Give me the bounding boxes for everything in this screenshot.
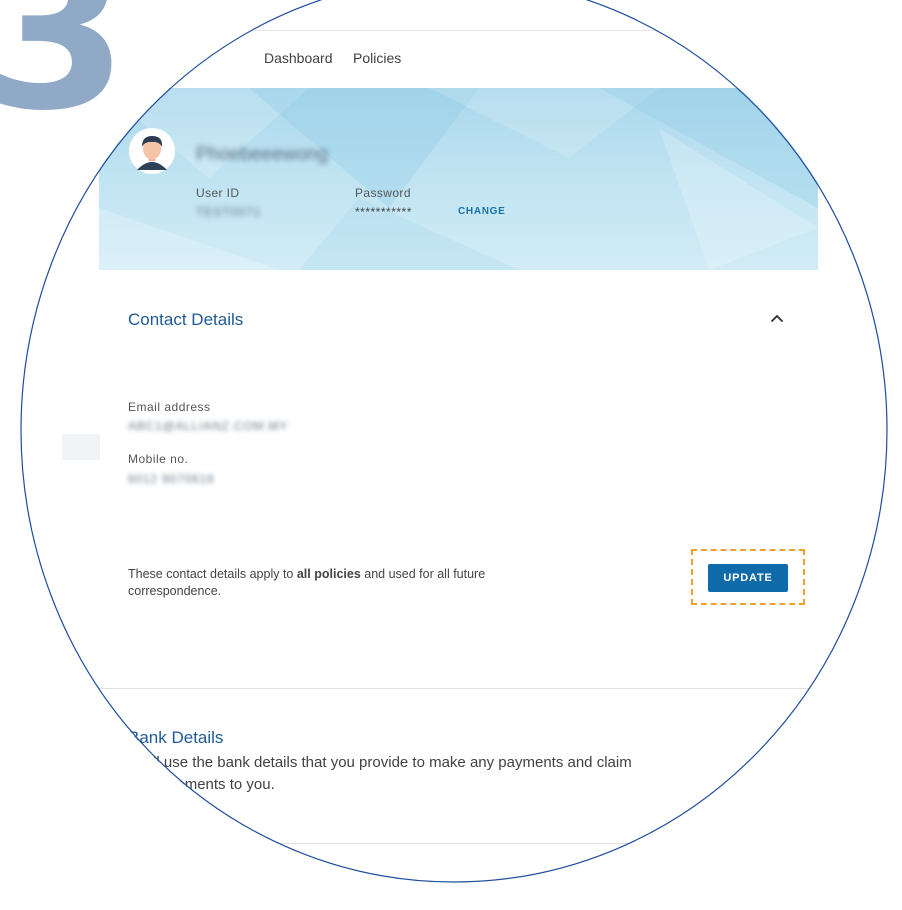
contact-details-title: Contact Details [128, 310, 244, 329]
top-navigation [99, 30, 818, 89]
user-id-label: User ID [196, 186, 240, 200]
profile-name: Phoebeeewong [196, 144, 329, 165]
allianz-logo-icon[interactable] [118, 46, 144, 72]
chevron-up-icon[interactable] [768, 309, 786, 327]
change-password-link[interactable]: CHANGE [458, 206, 506, 217]
password-value: *********** [355, 205, 412, 219]
section-divider [99, 843, 818, 844]
email-value: ABC1@ALLIANZ.COM.MY [128, 419, 289, 433]
mobile-label: Mobile no. [128, 452, 189, 466]
bank-details-title: Bank Details [128, 728, 224, 747]
magnified-view: Dashboard Policies Phoebeeewong User ID … [20, 0, 888, 883]
contact-notice: These contact details apply to all polic… [128, 567, 486, 598]
nav-link-dashboard[interactable]: Dashboard [264, 50, 333, 66]
email-label: Email address [128, 400, 211, 414]
bank-details-description: We'll use the bank details that you prov… [128, 754, 632, 793]
section-divider [99, 688, 818, 689]
nav-link-policies[interactable]: Policies [353, 50, 401, 66]
user-id-value: TEST0071 [196, 205, 262, 219]
password-label: Password [355, 186, 411, 200]
avatar [129, 128, 175, 174]
mobile-value: 6012 9070618 [128, 472, 215, 486]
background-ghost-element [62, 434, 100, 460]
profile-banner [99, 88, 818, 270]
update-button[interactable]: UPDATE [708, 564, 788, 592]
